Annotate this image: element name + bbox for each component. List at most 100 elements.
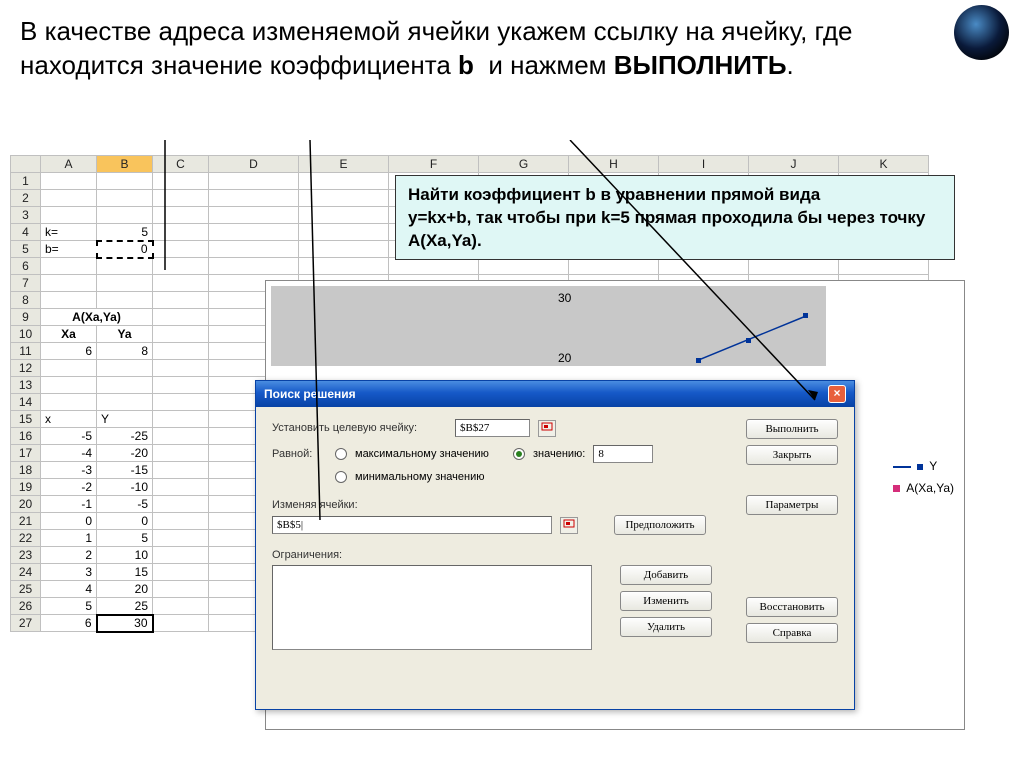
cell[interactable]: -3 <box>41 462 97 479</box>
cell[interactable] <box>153 207 209 224</box>
cell[interactable] <box>153 598 209 615</box>
cell[interactable] <box>209 224 299 241</box>
row-header[interactable]: 15 <box>11 411 41 428</box>
cell[interactable] <box>209 241 299 258</box>
row-header[interactable]: 16 <box>11 428 41 445</box>
close-icon[interactable]: × <box>828 385 846 403</box>
cell[interactable] <box>41 207 97 224</box>
cell[interactable]: 3 <box>41 564 97 581</box>
cell[interactable] <box>153 581 209 598</box>
cell[interactable]: -4 <box>41 445 97 462</box>
cell[interactable]: 0 <box>97 513 153 530</box>
cell[interactable] <box>839 258 929 275</box>
cell[interactable] <box>97 190 153 207</box>
col-header-K[interactable]: K <box>839 156 929 173</box>
dialog-titlebar[interactable]: Поиск решения × <box>256 381 854 407</box>
radio-min[interactable] <box>335 471 347 483</box>
row-header[interactable]: 18 <box>11 462 41 479</box>
cell[interactable]: 6 <box>41 343 97 360</box>
col-header-C[interactable]: C <box>153 156 209 173</box>
cell[interactable] <box>153 326 209 343</box>
target-cell-input[interactable] <box>455 419 530 437</box>
row-header[interactable]: 1 <box>11 173 41 190</box>
cell[interactable] <box>153 411 209 428</box>
row-header[interactable]: 26 <box>11 598 41 615</box>
ref-picker-icon-2[interactable] <box>560 517 578 534</box>
cell[interactable] <box>299 207 389 224</box>
cell[interactable]: 1 <box>41 530 97 547</box>
delete-button[interactable]: Удалить <box>620 617 712 637</box>
cell[interactable] <box>153 428 209 445</box>
cell[interactable] <box>153 360 209 377</box>
cell[interactable] <box>153 530 209 547</box>
cell[interactable] <box>153 190 209 207</box>
row-header[interactable]: 14 <box>11 394 41 411</box>
cell[interactable] <box>153 224 209 241</box>
row-header[interactable]: 8 <box>11 292 41 309</box>
cell[interactable] <box>97 275 153 292</box>
row-header[interactable]: 27 <box>11 615 41 632</box>
cell[interactable] <box>299 173 389 190</box>
cell[interactable]: -5 <box>41 428 97 445</box>
cell[interactable] <box>97 292 153 309</box>
row-header[interactable]: 25 <box>11 581 41 598</box>
cell[interactable]: A(Xa,Ya) <box>41 309 153 326</box>
cell[interactable]: 20 <box>97 581 153 598</box>
col-header-H[interactable]: H <box>569 156 659 173</box>
col-header-F[interactable]: F <box>389 156 479 173</box>
cell[interactable]: k= <box>41 224 97 241</box>
cell[interactable]: Ya <box>97 326 153 343</box>
edit-button[interactable]: Изменить <box>620 591 712 611</box>
cell[interactable] <box>569 258 659 275</box>
cell[interactable] <box>97 258 153 275</box>
row-header[interactable]: 24 <box>11 564 41 581</box>
params-button[interactable]: Параметры <box>746 495 838 515</box>
cell[interactable]: 25 <box>97 598 153 615</box>
cell[interactable] <box>153 462 209 479</box>
cell[interactable] <box>97 394 153 411</box>
cell[interactable] <box>659 258 749 275</box>
cell[interactable] <box>41 173 97 190</box>
cell[interactable] <box>97 360 153 377</box>
row-header[interactable]: 13 <box>11 377 41 394</box>
cell[interactable] <box>153 173 209 190</box>
col-header-A[interactable]: A <box>41 156 97 173</box>
cell[interactable] <box>153 343 209 360</box>
cell[interactable] <box>41 190 97 207</box>
cell[interactable] <box>41 258 97 275</box>
row-header[interactable]: 3 <box>11 207 41 224</box>
cell[interactable] <box>749 258 839 275</box>
add-button[interactable]: Добавить <box>620 565 712 585</box>
cell[interactable] <box>479 258 569 275</box>
col-header-E[interactable]: E <box>299 156 389 173</box>
cell[interactable] <box>299 224 389 241</box>
cell[interactable] <box>153 445 209 462</box>
col-header-J[interactable]: J <box>749 156 839 173</box>
cell[interactable]: 8 <box>97 343 153 360</box>
help-button[interactable]: Справка <box>746 623 838 643</box>
cell[interactable] <box>209 207 299 224</box>
cell[interactable] <box>97 377 153 394</box>
cell[interactable] <box>41 275 97 292</box>
cell[interactable] <box>153 547 209 564</box>
row-header[interactable]: 12 <box>11 360 41 377</box>
ref-picker-icon[interactable] <box>538 420 556 437</box>
change-cells-input[interactable] <box>272 516 552 534</box>
cell[interactable] <box>153 479 209 496</box>
cell[interactable] <box>41 292 97 309</box>
col-header-B[interactable]: B <box>97 156 153 173</box>
radio-value[interactable] <box>513 448 525 460</box>
restore-button[interactable]: Восстановить <box>746 597 838 617</box>
row-header[interactable]: 11 <box>11 343 41 360</box>
row-header[interactable]: 2 <box>11 190 41 207</box>
cell[interactable]: -20 <box>97 445 153 462</box>
col-header-I[interactable]: I <box>659 156 749 173</box>
row-header[interactable]: 23 <box>11 547 41 564</box>
row-header[interactable]: 21 <box>11 513 41 530</box>
cell[interactable] <box>41 394 97 411</box>
row-header[interactable]: 9 <box>11 309 41 326</box>
cell[interactable]: -2 <box>41 479 97 496</box>
cell[interactable] <box>153 309 209 326</box>
cell[interactable]: 4 <box>41 581 97 598</box>
cell[interactable]: b= <box>41 241 97 258</box>
